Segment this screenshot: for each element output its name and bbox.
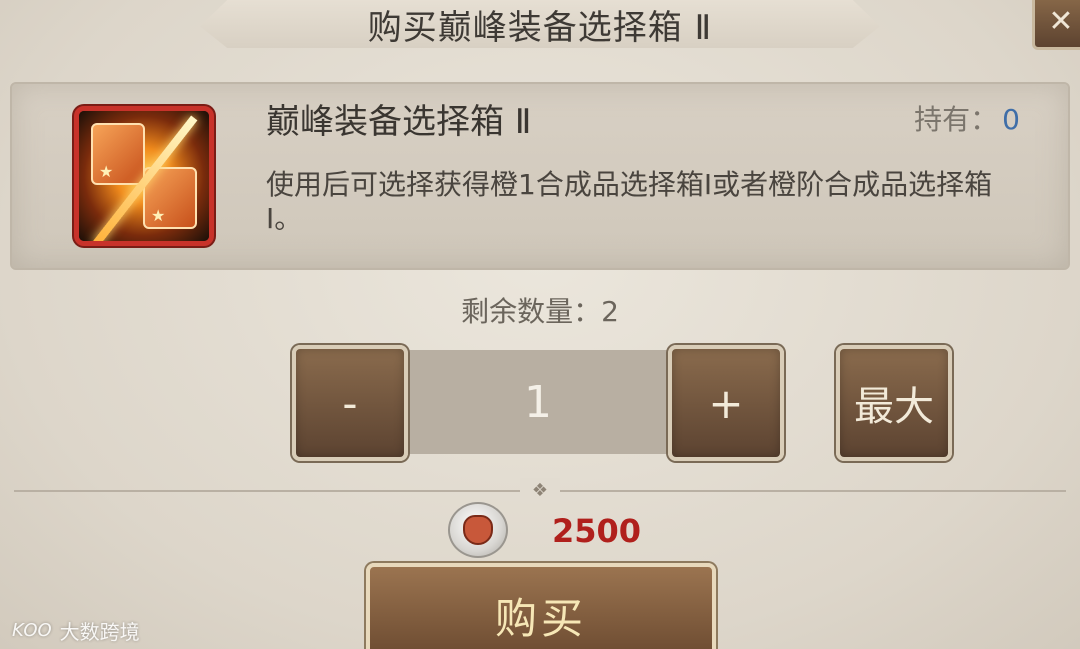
minus-label: - bbox=[342, 378, 358, 428]
equipment-box-icon bbox=[74, 106, 214, 246]
remaining-quantity: 剩余数量：2 bbox=[461, 295, 619, 328]
watermark-text: 大数跨境 bbox=[59, 620, 140, 644]
owned-count: 持有： 0 bbox=[914, 98, 1020, 138]
close-button[interactable]: ✕ bbox=[1032, 0, 1080, 50]
max-button[interactable]: 最大 bbox=[836, 345, 952, 461]
decrease-button[interactable]: - bbox=[292, 345, 408, 461]
price: 2500 bbox=[552, 512, 642, 550]
increase-button[interactable]: + bbox=[668, 345, 784, 461]
max-label: 最大 bbox=[854, 384, 934, 430]
dialog-title-banner: 购买巅峰装备选择箱 Ⅱ bbox=[200, 0, 880, 48]
watermark-logo: KOO bbox=[12, 620, 52, 641]
close-icon: ✕ bbox=[1048, 3, 1074, 39]
item-info-panel: 巅峰装备选择箱 Ⅱ 持有：0 使用后可选择获得橙1合成品选择箱Ⅰ或者橙阶合成品选… bbox=[10, 82, 1070, 270]
divider-ornament-icon: ❖ bbox=[520, 478, 560, 502]
owned-label: 持有： bbox=[914, 103, 999, 136]
plus-label: + bbox=[708, 378, 744, 428]
owned-number: 0 bbox=[1002, 103, 1020, 136]
quantity-value[interactable]: 1 bbox=[360, 350, 716, 454]
coin-icon bbox=[448, 502, 508, 558]
watermark: KOO 大数跨境 bbox=[12, 616, 140, 645]
item-description: 使用后可选择获得橙1合成品选择箱Ⅰ或者橙阶合成品选择箱Ⅰ。 bbox=[266, 168, 993, 235]
dialog-title: 购买巅峰装备选择箱 Ⅱ bbox=[367, 7, 713, 48]
buy-label: 购买 bbox=[494, 594, 587, 643]
item-name: 巅峰装备选择箱 Ⅱ bbox=[266, 102, 532, 142]
buy-button[interactable]: 购买 bbox=[366, 563, 716, 649]
